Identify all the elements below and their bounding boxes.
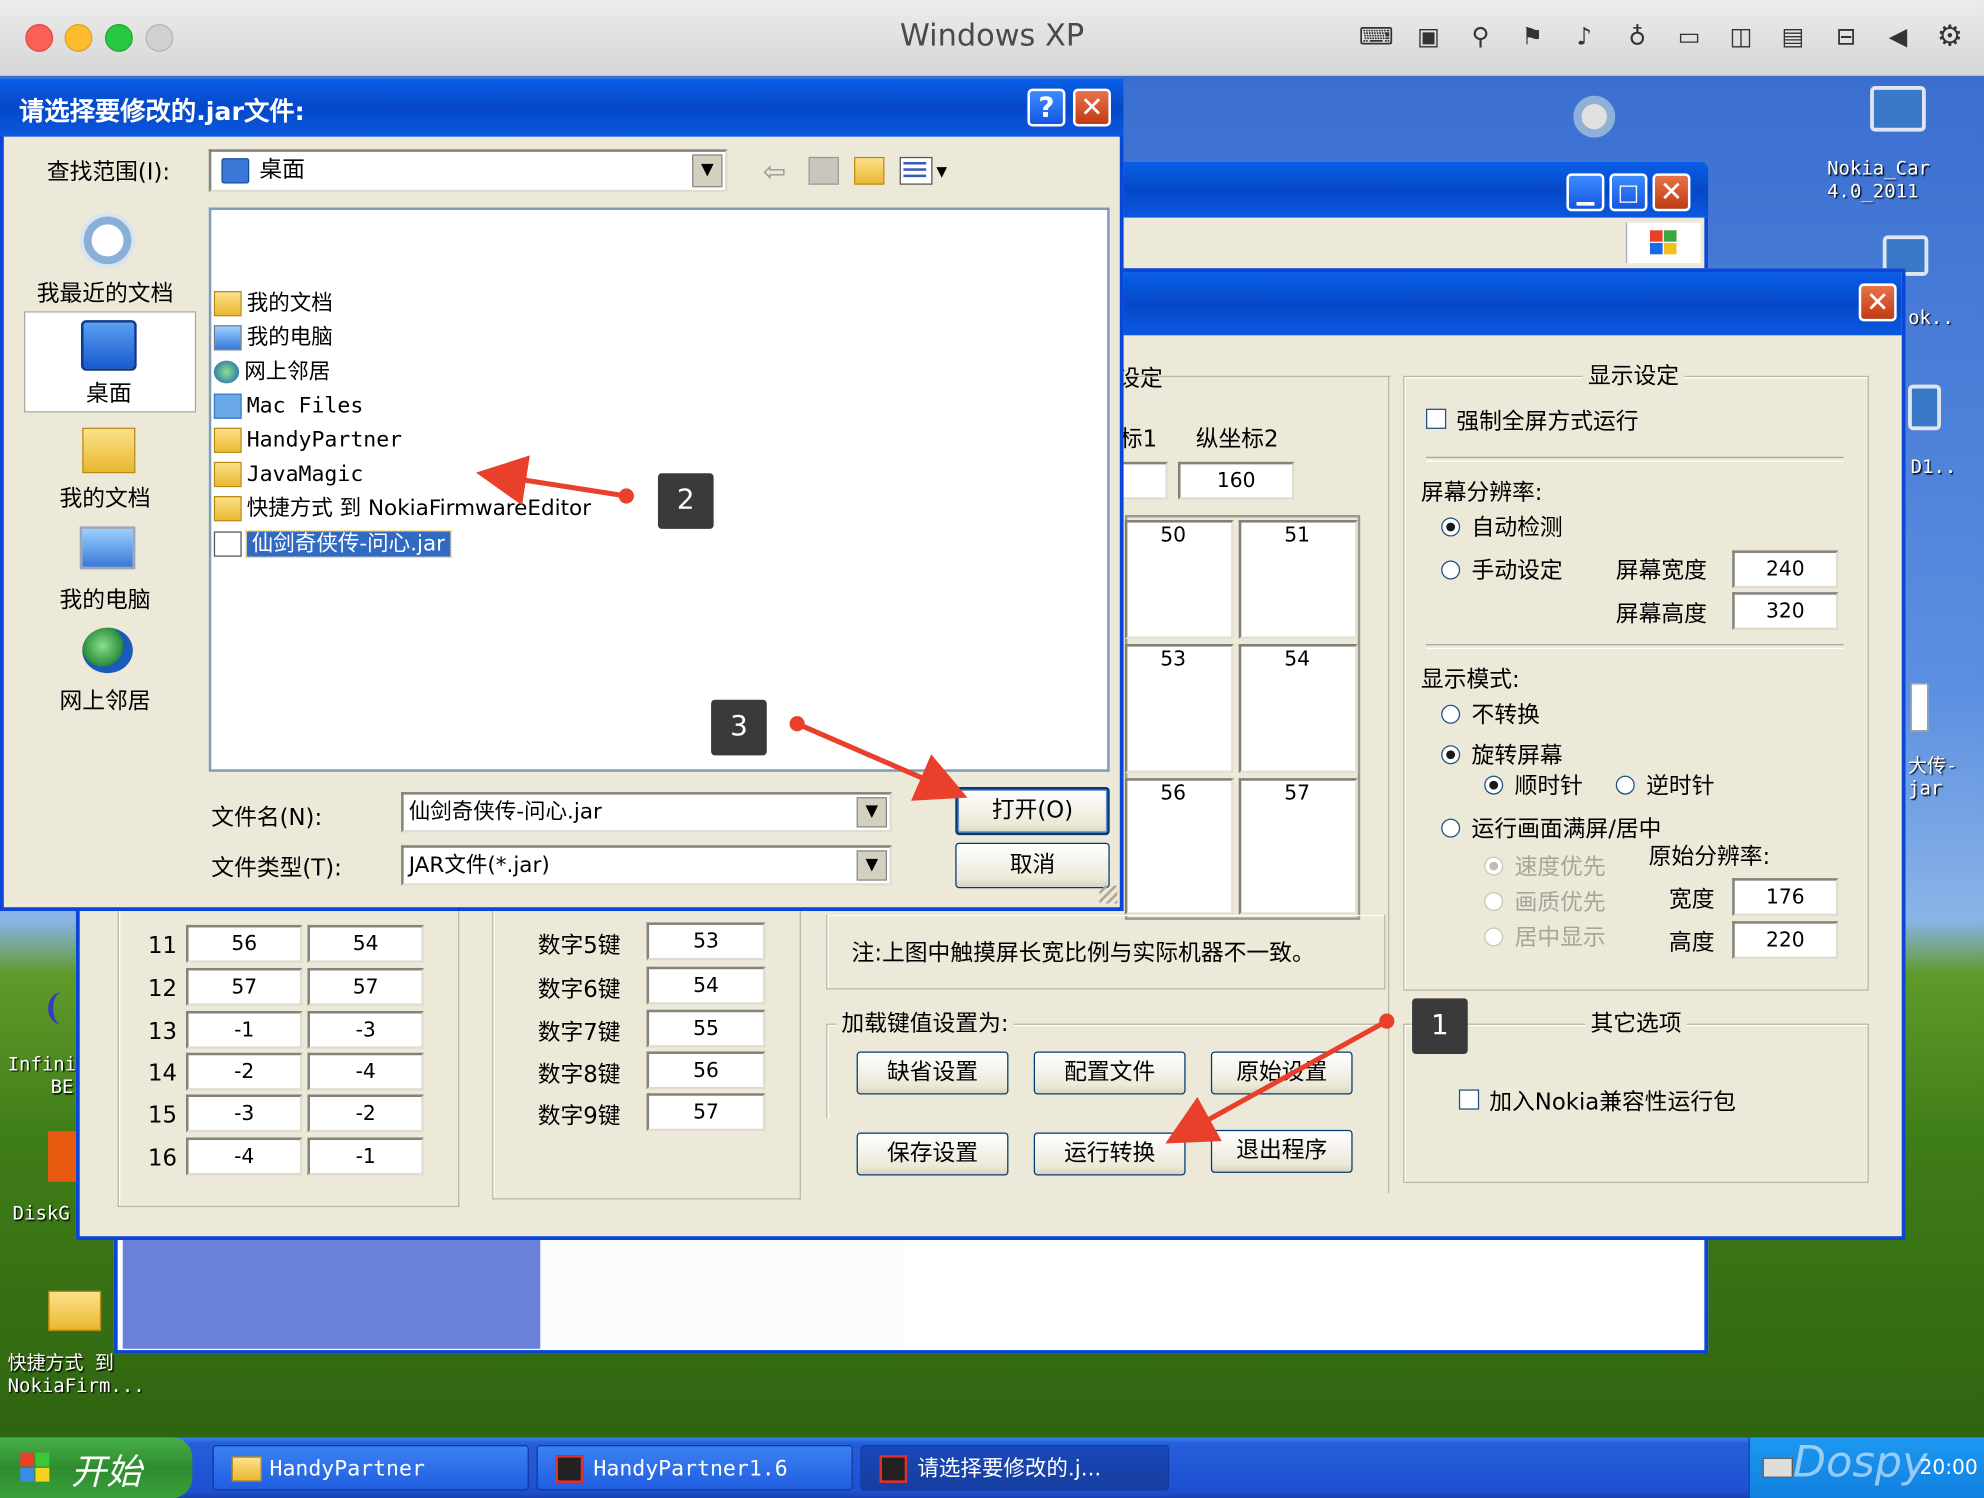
start-button[interactable]: 开始 (0, 1437, 193, 1498)
taskbar-item-dialog[interactable]: 请选择要修改的.j... (860, 1444, 1170, 1491)
start-label: 开始 (70, 1451, 142, 1494)
watermark: Dospy (1792, 1437, 1928, 1488)
arrow-1 (1165, 1013, 1395, 1144)
app-icon (879, 1455, 908, 1483)
callout-2: 2 (657, 473, 714, 529)
taskbar-item-handypartner16[interactable]: HandyPartner1.6 (536, 1444, 853, 1491)
annotation-arrows (475, 455, 1395, 1144)
callout-1: 1 (1412, 998, 1468, 1054)
system-tray: Dospy 20:00 (1748, 1437, 1984, 1498)
arrow-3 (789, 716, 968, 801)
keyboard-icon[interactable] (1762, 1457, 1793, 1478)
taskbar-item-handypartner[interactable]: HandyPartner (212, 1444, 529, 1491)
app-icon (555, 1455, 584, 1483)
taskbar: 开始 HandyPartner HandyPartner1.6 请选择要修改的.… (0, 1437, 1984, 1498)
arrow-2 (475, 455, 634, 506)
folder-icon (231, 1456, 262, 1482)
windows-logo-icon (20, 1452, 50, 1483)
callout-3: 3 (711, 699, 767, 756)
clock[interactable]: 20:00 (1919, 1455, 1977, 1479)
